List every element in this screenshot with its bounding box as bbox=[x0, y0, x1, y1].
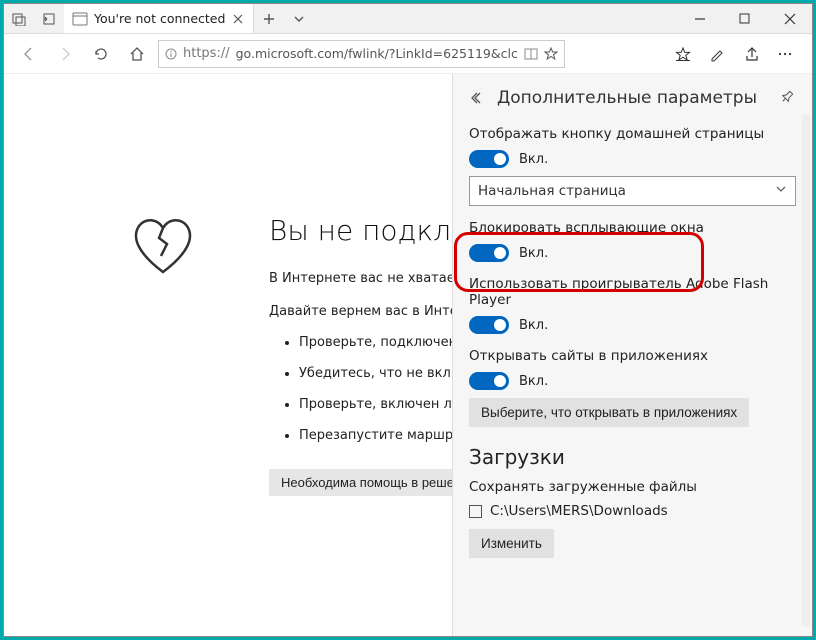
setting-label: Блокировать всплывающие окна bbox=[469, 220, 796, 236]
setting-home-button: Отображать кнопку домашней страницы Вкл.… bbox=[469, 126, 796, 206]
toggle-state: Вкл. bbox=[519, 374, 548, 389]
setting-label: Отображать кнопку домашней страницы bbox=[469, 126, 796, 142]
downloads-section: Загрузки Сохранять загруженные файлы C:\… bbox=[469, 441, 796, 558]
tab-close-icon[interactable] bbox=[231, 12, 245, 26]
choose-open-in-apps-button[interactable]: Выберите, что открывать в приложениях bbox=[469, 398, 749, 427]
broken-heart-icon bbox=[129, 214, 197, 280]
new-tab-button[interactable] bbox=[254, 4, 284, 33]
tab-title: You're not connected bbox=[94, 11, 225, 26]
settings-back-icon[interactable] bbox=[469, 89, 487, 107]
favorite-star-icon[interactable] bbox=[544, 47, 558, 61]
start-page-select[interactable]: Начальная страница bbox=[469, 176, 796, 206]
tab-aside-icon[interactable] bbox=[4, 4, 34, 33]
settings-panel: Дополнительные параметры Отображать кноп… bbox=[452, 74, 812, 636]
content-area: Вы не подключены В Интернете вас не хват… bbox=[4, 74, 812, 636]
setting-label: Использовать проигрыватель Adobe Flash P… bbox=[469, 276, 796, 308]
toolbar: https:// go.microsoft.com/fwlink/?LinkId… bbox=[4, 34, 812, 74]
info-icon bbox=[165, 48, 177, 60]
chevron-down-icon bbox=[775, 183, 787, 199]
setting-label: Открывать сайты в приложениях bbox=[469, 348, 796, 364]
select-value: Начальная страница bbox=[478, 183, 626, 199]
minimize-button[interactable] bbox=[677, 4, 722, 33]
home-button[interactable] bbox=[122, 39, 152, 69]
toggle-flash[interactable] bbox=[469, 316, 509, 334]
close-window-button[interactable] bbox=[767, 4, 812, 33]
maximize-button[interactable] bbox=[722, 4, 767, 33]
refresh-button[interactable] bbox=[86, 39, 116, 69]
web-notes-icon[interactable] bbox=[700, 39, 734, 69]
url-scheme: https:// bbox=[183, 46, 230, 61]
settings-more-icon[interactable] bbox=[768, 39, 802, 69]
setting-open-in-apps: Открывать сайты в приложениях Вкл. Выбер… bbox=[469, 348, 796, 427]
downloads-path: C:\Users\MERS\Downloads bbox=[490, 503, 668, 519]
folder-icon bbox=[469, 505, 482, 518]
toggle-home-button[interactable] bbox=[469, 150, 509, 168]
tab-preview-toggle[interactable] bbox=[284, 4, 314, 33]
settings-title: Дополнительные параметры bbox=[497, 88, 770, 108]
favorites-hub-icon[interactable] bbox=[666, 39, 700, 69]
reading-view-icon[interactable] bbox=[524, 47, 538, 61]
forward-button[interactable] bbox=[50, 39, 80, 69]
toggle-state: Вкл. bbox=[519, 246, 548, 261]
titlebar: You're not connected bbox=[4, 4, 812, 34]
downloads-desc: Сохранять загруженные файлы bbox=[469, 479, 796, 495]
share-icon[interactable] bbox=[734, 39, 768, 69]
browser-window: You're not connected bbox=[3, 3, 813, 637]
back-button[interactable] bbox=[14, 39, 44, 69]
address-bar[interactable]: https:// go.microsoft.com/fwlink/?LinkId… bbox=[158, 40, 565, 68]
page-favicon bbox=[72, 11, 88, 27]
tab-active[interactable]: You're not connected bbox=[64, 4, 254, 33]
toggle-state: Вкл. bbox=[519, 152, 548, 167]
settings-scrollbar[interactable] bbox=[802, 114, 810, 626]
toggle-state: Вкл. bbox=[519, 318, 548, 333]
setting-block-popups: Блокировать всплывающие окна Вкл. bbox=[469, 220, 796, 262]
set-aside-icon[interactable] bbox=[34, 4, 64, 33]
url-text: go.microsoft.com/fwlink/?LinkId=625119&c… bbox=[236, 46, 518, 61]
toggle-block-popups[interactable] bbox=[469, 244, 509, 262]
change-downloads-button[interactable]: Изменить bbox=[469, 529, 554, 558]
pin-icon[interactable] bbox=[780, 90, 796, 106]
downloads-heading: Загрузки bbox=[469, 445, 796, 469]
setting-flash-player: Использовать проигрыватель Adobe Flash P… bbox=[469, 276, 796, 334]
toggle-open-in-apps[interactable] bbox=[469, 372, 509, 390]
fix-connection-button[interactable]: Необходима помощь в решен bbox=[269, 469, 473, 496]
